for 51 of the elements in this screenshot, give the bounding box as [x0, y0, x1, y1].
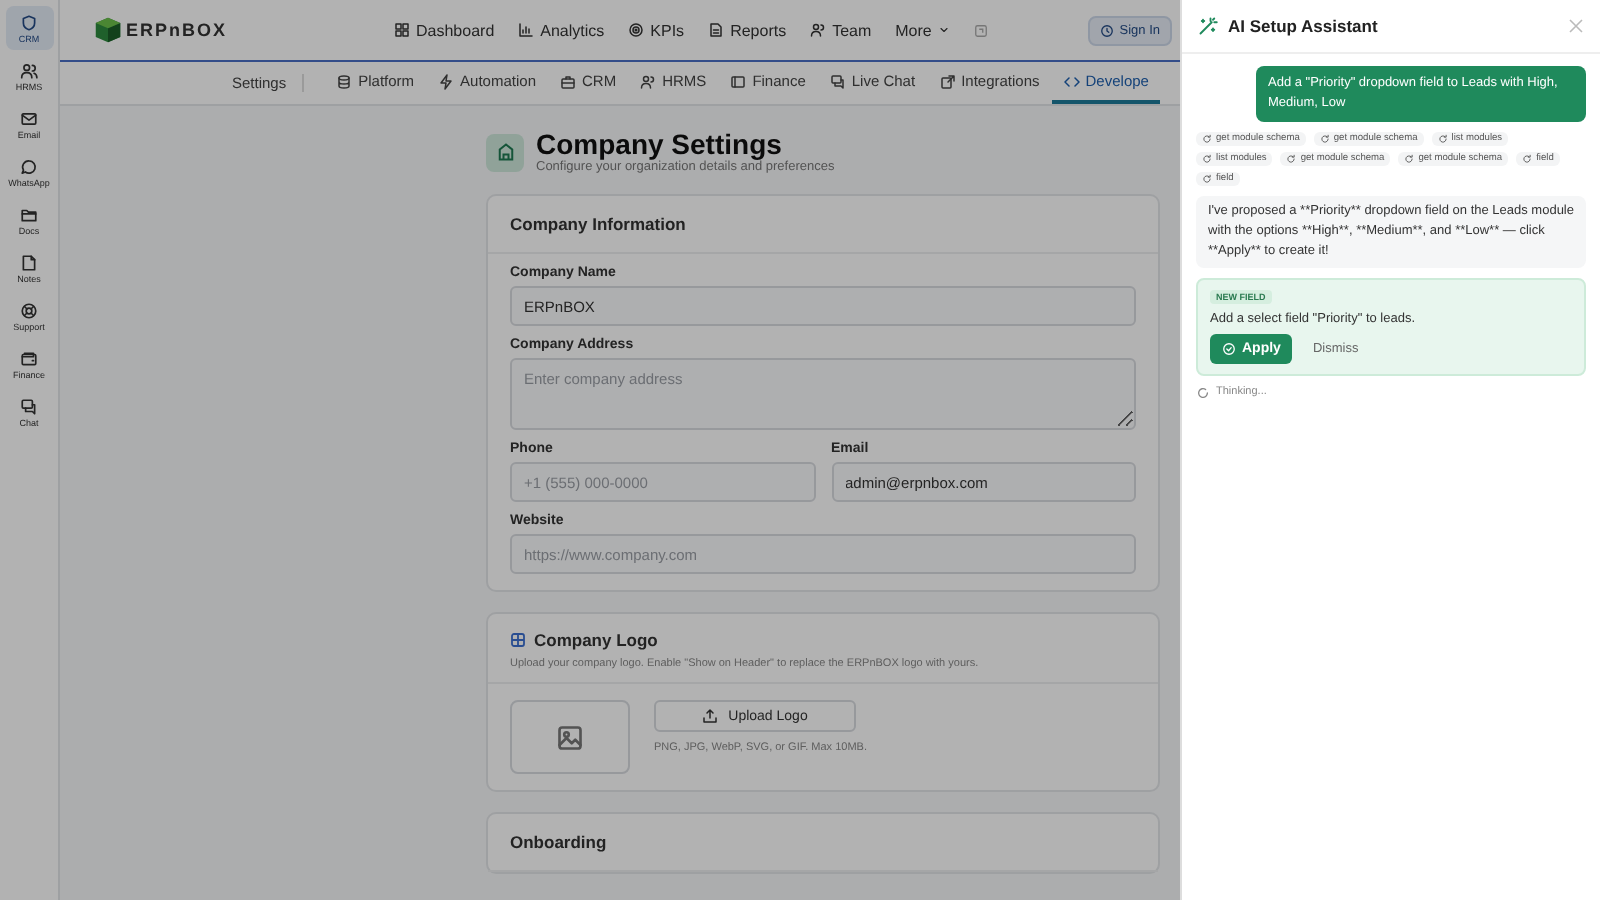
section-title: Company Logo [534, 630, 658, 651]
refresh-icon [1522, 153, 1533, 163]
logo-text: ERPnBOX [126, 20, 228, 40]
refresh-icon [1404, 153, 1415, 163]
lifebuoy-icon [20, 301, 38, 319]
close-button[interactable] [1568, 18, 1584, 34]
magic-wand-icon [1198, 16, 1218, 36]
panel-title: AI Setup Assistant [1228, 16, 1378, 36]
page-title: Company Settings [536, 130, 784, 160]
document-icon [20, 253, 38, 271]
plug-icon [939, 73, 956, 89]
code-icon [1063, 73, 1080, 89]
grid-icon [394, 22, 410, 38]
bar-chart-icon [518, 22, 535, 38]
upload-icon [702, 708, 719, 725]
nav-link[interactable]: KPIs [628, 21, 685, 39]
cube-logo-icon [94, 16, 122, 44]
clock-icon [1099, 23, 1114, 37]
refresh-icon [1286, 153, 1297, 163]
shield-icon [20, 13, 38, 31]
chat-icon [829, 73, 846, 89]
wallet-icon [730, 73, 747, 89]
people-icon [810, 22, 827, 38]
envelope-icon [20, 109, 38, 127]
section-title: Onboarding [488, 814, 1158, 873]
people-icon [20, 61, 38, 79]
nav-link[interactable]: Dashboard [394, 21, 495, 39]
database-icon [336, 73, 353, 89]
spinner-icon [1196, 385, 1210, 400]
refresh-icon [1202, 133, 1212, 143]
refresh-icon [1319, 133, 1330, 143]
lightning-icon [438, 73, 455, 89]
refresh-icon [1202, 173, 1212, 183]
nav-link[interactable]: Team [810, 21, 872, 39]
check-circle-icon [1222, 341, 1236, 356]
chat-icon [20, 397, 38, 415]
people-icon [640, 73, 657, 89]
building-icon [486, 133, 524, 172]
nav-link[interactable]: Analytics [518, 21, 605, 39]
refresh-icon [1202, 153, 1212, 163]
chat-bubble-icon [20, 157, 38, 175]
more-menu[interactable]: More [895, 21, 950, 39]
section-title: Company Information [488, 196, 1158, 255]
document-icon [708, 22, 725, 38]
caret-icon [937, 24, 950, 36]
refresh-icon [1437, 133, 1448, 143]
target-icon [628, 22, 645, 38]
wallet-icon [20, 349, 38, 367]
folder-icon [20, 205, 38, 223]
nav-link[interactable]: Reports [708, 21, 787, 39]
briefcase-icon [560, 73, 576, 89]
